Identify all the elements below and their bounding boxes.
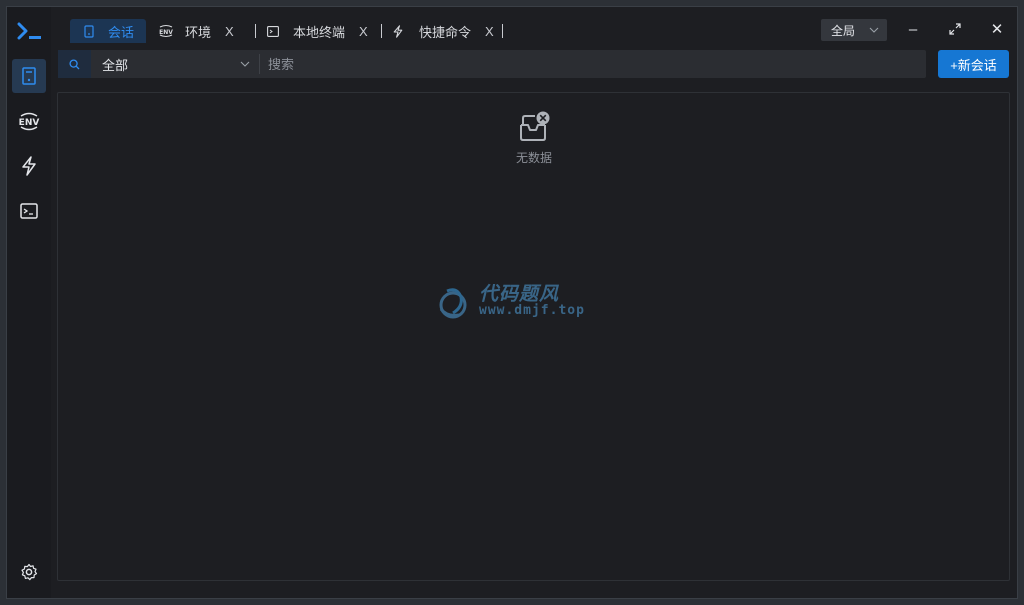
settings-button[interactable] <box>12 555 46 589</box>
chevron-down-icon <box>869 27 879 33</box>
search-input[interactable] <box>260 50 926 78</box>
session-toolbar: 全部 <box>58 50 926 78</box>
sidebar-item-env[interactable]: ENV <box>12 104 46 138</box>
search-icon-box <box>58 50 91 78</box>
scope-label: 全局 <box>831 23 856 38</box>
tab-label: 本地终端 <box>293 24 346 40</box>
tab-label: 环境 <box>185 24 212 40</box>
search-icon <box>69 58 80 69</box>
minimize-button[interactable]: – <box>901 17 925 41</box>
sidebar-item-quick-commands[interactable] <box>12 149 46 183</box>
watermark-title: 代码题风 <box>479 284 560 305</box>
sidebar-item-local-terminal[interactable] <box>12 194 46 228</box>
tab-quick-commands[interactable]: 快捷命令 X <box>393 19 494 43</box>
empty-state: 无数据 <box>508 111 560 166</box>
tab-separator <box>381 24 382 38</box>
tab-local-terminal[interactable]: 本地终端 X <box>267 19 368 43</box>
tab-env[interactable]: ENV 环境 X <box>159 19 234 43</box>
svg-text:ENV: ENV <box>159 29 173 36</box>
tab-close-button[interactable]: X <box>225 24 234 39</box>
server-icon <box>84 24 94 38</box>
gear-icon <box>21 563 38 581</box>
terminal-window-icon <box>267 25 279 37</box>
sidebar-item-sessions[interactable] <box>12 59 46 93</box>
watermark: 代码题风 www.dmjf.top <box>433 283 585 323</box>
new-session-label: +新会话 <box>950 57 997 73</box>
group-filter-select[interactable]: 全部 <box>92 50 258 78</box>
expand-icon <box>949 23 961 35</box>
minimize-icon: – <box>908 20 918 38</box>
svg-text:ENV: ENV <box>19 118 40 128</box>
tab-separator <box>255 24 256 38</box>
tab-sessions[interactable]: 会话 <box>70 19 146 43</box>
terminal-window-icon <box>20 203 38 219</box>
lightning-icon <box>393 24 403 38</box>
server-icon <box>22 67 36 85</box>
lightning-icon <box>22 156 36 176</box>
new-session-button[interactable]: +新会话 <box>938 50 1009 78</box>
session-list-panel: 无数据 代码题风 www.dmjf.top <box>57 92 1010 581</box>
tab-close-button[interactable]: X <box>359 24 368 39</box>
empty-text: 无数据 <box>515 151 552 165</box>
close-window-button[interactable]: ✕ <box>985 17 1009 41</box>
tab-label: 快捷命令 <box>419 24 472 40</box>
group-filter-value: 全部 <box>102 57 129 73</box>
scope-select[interactable]: 全局 <box>821 19 887 41</box>
watermark-url: www.dmjf.top <box>479 303 585 318</box>
tab-close-button[interactable]: X <box>485 24 494 39</box>
chevron-down-icon <box>240 61 250 67</box>
app-logo-icon <box>17 21 43 41</box>
app-window: ENV 会话 ENV 环境 X 本地终端 X 快捷命令 X 全局 – ✕ 全部 … <box>6 6 1018 599</box>
sidebar: ENV <box>7 7 51 598</box>
env-icon: ENV <box>159 25 173 37</box>
tab-label: 会话 <box>108 24 135 40</box>
maximize-button[interactable] <box>943 17 967 41</box>
tab-separator <box>502 24 503 38</box>
empty-inbox-icon <box>520 111 550 141</box>
title-bar: 会话 ENV 环境 X 本地终端 X 快捷命令 X 全局 – ✕ <box>51 7 1017 47</box>
env-icon: ENV <box>19 112 40 131</box>
watermark-logo-icon <box>439 288 467 319</box>
close-icon: ✕ <box>990 21 1004 38</box>
